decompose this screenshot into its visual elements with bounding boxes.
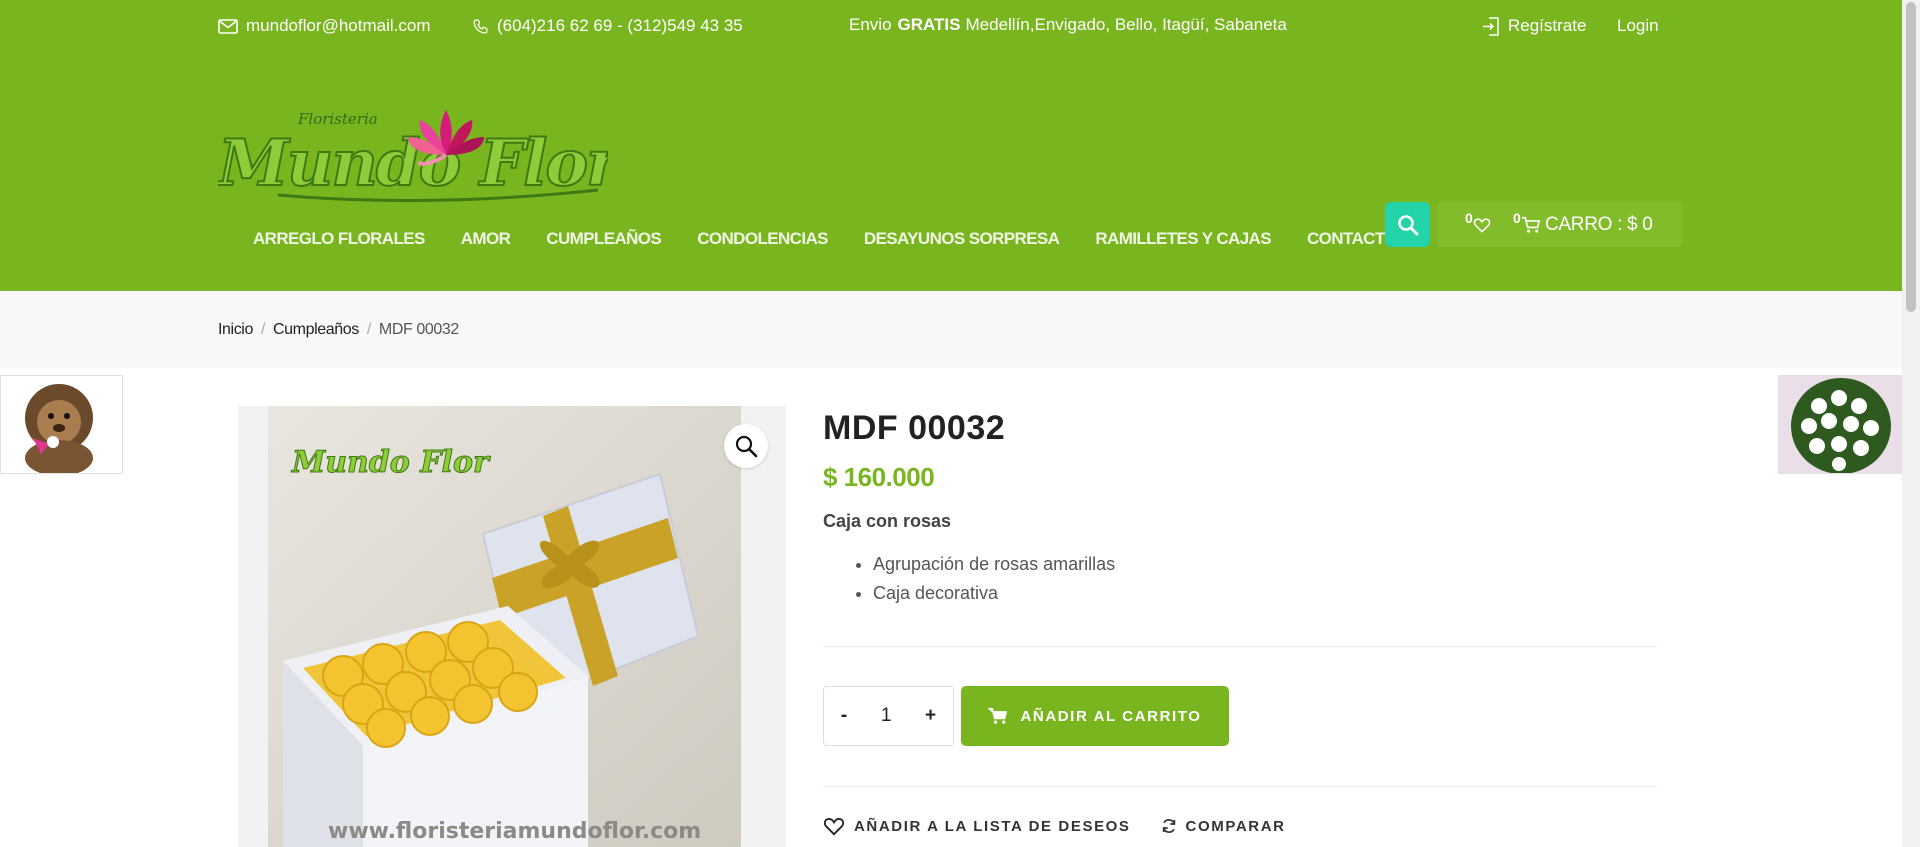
compare-link[interactable]: COMPARAR: [1161, 816, 1286, 836]
phone-text: (604)216 62 69 - (312)549 43 35: [497, 16, 743, 35]
main-header: Floristeria Mundo Flor ARREGLO FLORALES …: [0, 55, 1902, 291]
wishlist-button[interactable]: 0: [1465, 210, 1491, 234]
quantity-stepper[interactable]: - 1 +: [823, 686, 954, 746]
register-link[interactable]: Regístrate: [1482, 16, 1586, 36]
shipping-bold: GRATIS: [897, 15, 961, 34]
quantity-decrease-button[interactable]: -: [841, 705, 847, 727]
email-text[interactable]: mundoflor@hotmail.com: [246, 16, 431, 36]
wishlist-count: 0: [1465, 210, 1473, 226]
product-features: Agrupación de rosas amarillas Caja decor…: [823, 550, 1657, 608]
brand-logo[interactable]: Floristeria Mundo Flor: [218, 85, 608, 215]
nav-contacto[interactable]: CONTACTO: [1307, 229, 1398, 249]
breadcrumb-home[interactable]: Inicio: [218, 321, 253, 339]
phone-icon: [473, 19, 488, 33]
sign-in-icon: [1483, 16, 1499, 36]
refresh-icon: [1162, 819, 1175, 833]
magnifier-icon: [735, 435, 758, 458]
breadcrumb-category[interactable]: Cumpleaños: [273, 321, 359, 339]
product-description-heading: Caja con rosas: [823, 511, 952, 531]
previous-product-thumbnail[interactable]: [0, 375, 123, 474]
zoom-button[interactable]: [724, 424, 768, 468]
nav-amor[interactable]: AMOR: [461, 229, 511, 249]
cart-count: 0: [1513, 210, 1521, 226]
plush-lion-image: [1, 376, 122, 473]
white-flowers-image: [1779, 376, 1901, 473]
product-price: $ 160.000: [823, 462, 935, 492]
shipping-prefix: Envio: [849, 15, 892, 34]
nav-desayunos-sorpresa[interactable]: DESAYUNOS SORPRESA: [864, 229, 1060, 249]
breadcrumb-bar: Inicio / Cumpleaños / MDF 00032: [0, 291, 1902, 368]
product-title: MDF 00032: [823, 409, 1006, 447]
main-nav: ARREGLO FLORALES AMOR CUMPLEAÑOS CONDOLE…: [253, 229, 1433, 249]
rose-box-photo: Mundo Flor www.floristeriamundoflor.com: [268, 406, 741, 847]
cart-icon: [1521, 216, 1541, 233]
svg-text:Mundo Flor: Mundo Flor: [291, 445, 491, 480]
mail-icon: [218, 18, 238, 34]
divider: [823, 786, 1657, 787]
shipping-cities: Medellín,Envigado, Bello, Itagüí, Sabane…: [965, 15, 1287, 34]
product-summary: MDF 00032 $ 160.000 Caja con rosas Agrup…: [823, 406, 1657, 836]
nav-cumpleanos[interactable]: CUMPLEAÑOS: [546, 229, 662, 249]
feature-item: Agrupación de rosas amarillas: [873, 550, 1657, 579]
add-to-wishlist-label[interactable]: AÑADIR A LA LISTA DE DESEOS: [854, 818, 1131, 835]
scrollbar-thumb[interactable]: [1906, 2, 1916, 312]
cart-widget[interactable]: 0 0 CARRO : $ 0: [1437, 202, 1682, 247]
divider: [823, 646, 1657, 647]
heart-icon: [823, 818, 845, 836]
nav-condolencias[interactable]: CONDOLENCIAS: [697, 229, 828, 249]
search-icon: [1397, 214, 1418, 235]
product-main-image[interactable]: Mundo Flor www.floristeriamundoflor.com: [268, 406, 741, 847]
add-to-wishlist-link[interactable]: AÑADIR A LA LISTA DE DESEOS: [823, 816, 1131, 836]
phone-contact[interactable]: (604)216 62 69 - (312)549 43 35: [472, 16, 743, 36]
cart-button[interactable]: 0: [1513, 210, 1541, 234]
login-label[interactable]: Login: [1617, 16, 1659, 36]
svg-text:www.floristeriamundoflor.com: www.floristeriamundoflor.com: [328, 819, 701, 844]
breadcrumb-separator: /: [260, 321, 265, 338]
cart-icon: [988, 707, 1008, 724]
search-button[interactable]: [1385, 202, 1430, 247]
breadcrumb: Inicio / Cumpleaños / MDF 00032: [218, 321, 459, 339]
feature-item: Caja decorativa: [873, 579, 1657, 608]
top-bar: mundoflor@hotmail.com (604)216 62 69 - (…: [0, 0, 1902, 55]
next-product-thumbnail[interactable]: [1778, 375, 1902, 474]
breadcrumb-current: MDF 00032: [378, 321, 459, 338]
compare-label[interactable]: COMPARAR: [1186, 818, 1286, 835]
product-actions: AÑADIR A LA LISTA DE DESEOS COMPARAR: [823, 816, 1286, 836]
breadcrumb-separator: /: [366, 321, 371, 338]
email-contact[interactable]: mundoflor@hotmail.com: [218, 16, 431, 36]
login-link[interactable]: Login: [1617, 16, 1659, 36]
cart-total-label[interactable]: CARRO : $ 0: [1545, 214, 1653, 236]
nav-arreglo-florales[interactable]: ARREGLO FLORALES: [253, 229, 425, 249]
nav-ramilletes-y-cajas[interactable]: RAMILLETES Y CAJAS: [1095, 229, 1271, 249]
svg-text:Mundo Flor: Mundo Flor: [218, 126, 608, 201]
register-label[interactable]: Regístrate: [1508, 16, 1586, 36]
shipping-notice: Envio GRATIS Medellín,Envigado, Bello, I…: [849, 15, 1287, 35]
quantity-input[interactable]: 1: [881, 705, 892, 727]
product-gallery: Mundo Flor www.floristeriamundoflor.com: [238, 406, 786, 847]
add-to-cart-label[interactable]: AÑADIR AL CARRITO: [1020, 708, 1201, 725]
heart-icon: [1473, 218, 1491, 233]
quantity-increase-button[interactable]: +: [925, 705, 936, 727]
add-to-cart-button[interactable]: AÑADIR AL CARRITO: [961, 686, 1229, 746]
page-scrollbar[interactable]: [1902, 0, 1920, 847]
